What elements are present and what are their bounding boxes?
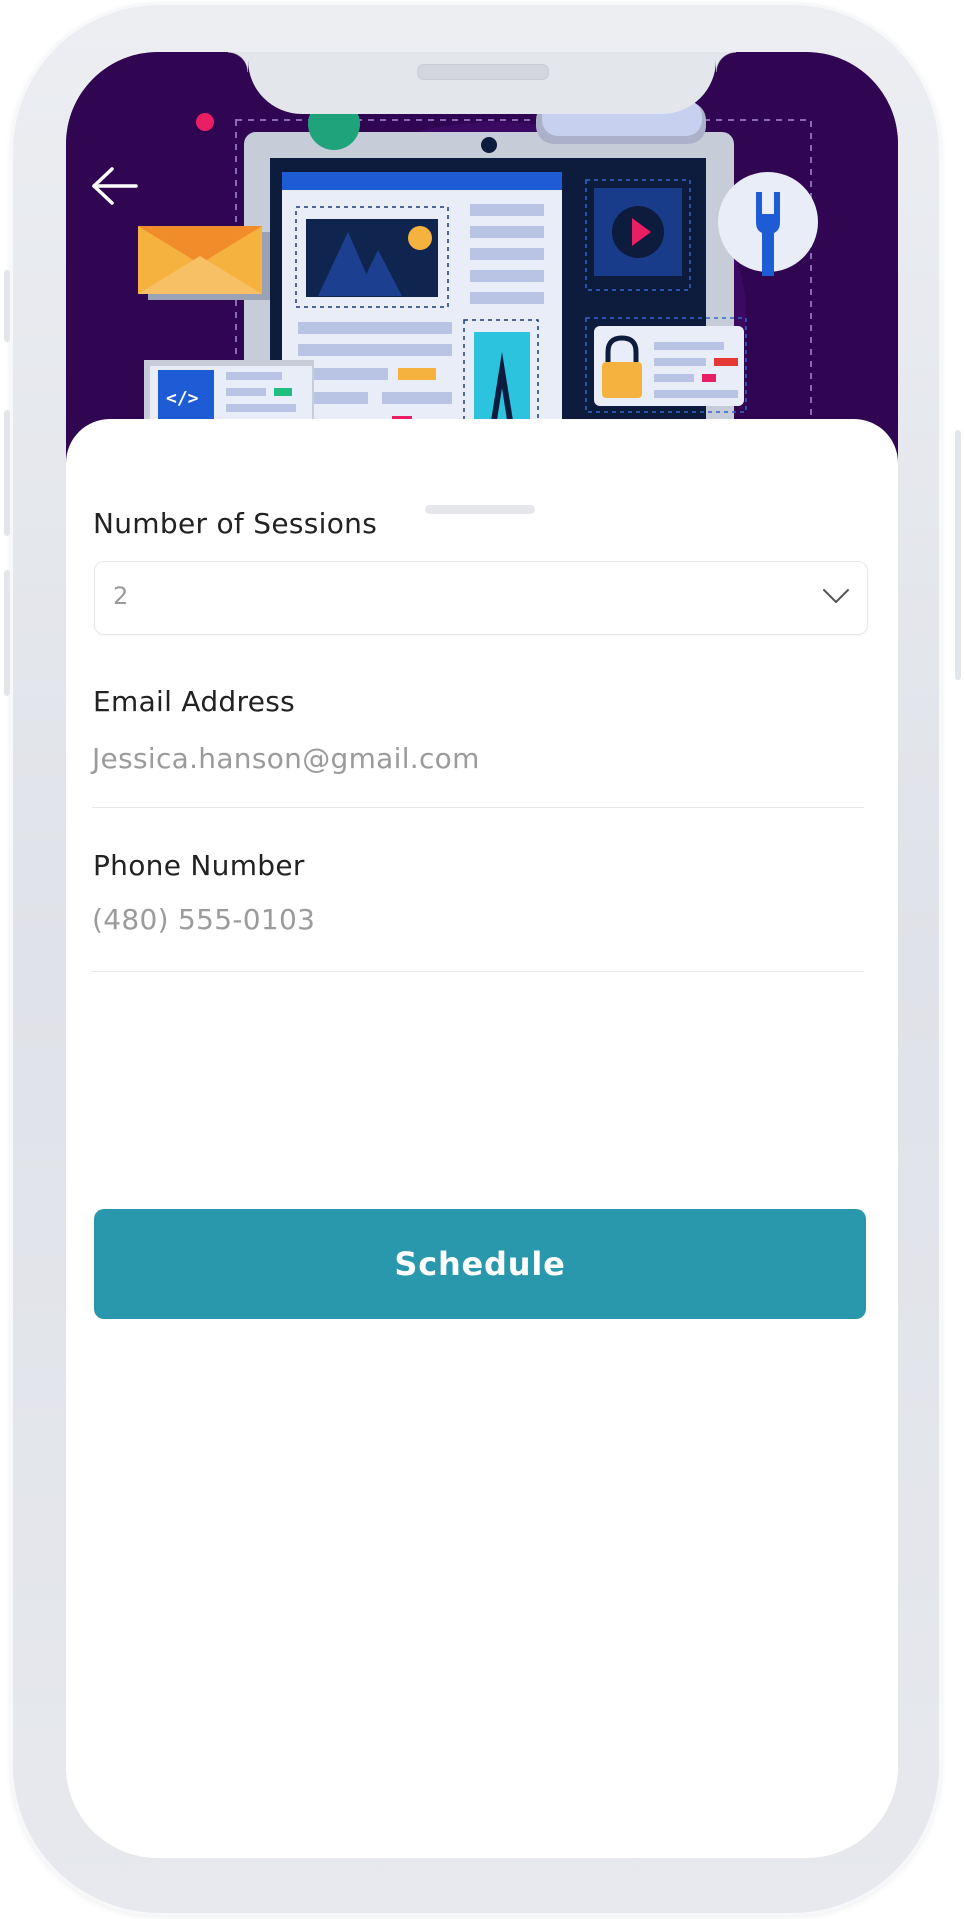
phone-side-button xyxy=(4,270,10,342)
sessions-value: 2 xyxy=(113,582,129,610)
email-divider xyxy=(92,807,864,808)
email-field[interactable]: Jessica.hanson@gmail.com xyxy=(92,742,480,775)
phone-notch xyxy=(228,52,736,114)
phone-field[interactable]: (480) 555-0103 xyxy=(92,903,315,936)
web-design-illustration: </> xyxy=(66,52,898,472)
phone-volume-down-button xyxy=(4,570,10,696)
phone-divider xyxy=(92,971,864,972)
chevron-down-icon xyxy=(823,589,849,603)
phone-label: Phone Number xyxy=(93,849,305,882)
drag-handle[interactable] xyxy=(425,505,535,514)
sessions-dropdown[interactable]: 2 xyxy=(94,561,868,635)
hero-illustration: </> xyxy=(66,52,898,472)
phone-power-button xyxy=(955,430,961,680)
email-label: Email Address xyxy=(93,685,295,718)
schedule-button[interactable]: Schedule xyxy=(94,1209,866,1319)
arrow-left-icon[interactable] xyxy=(90,166,140,206)
app-screen: </> Number of Sessions 2 Email Address J… xyxy=(66,52,898,1858)
svg-text:</>: </> xyxy=(166,388,199,409)
phone-volume-up-button xyxy=(4,410,10,536)
sessions-label: Number of Sessions xyxy=(93,507,378,540)
phone-speaker xyxy=(417,64,549,80)
form-sheet: Number of Sessions 2 Email Address Jessi… xyxy=(66,419,898,1858)
